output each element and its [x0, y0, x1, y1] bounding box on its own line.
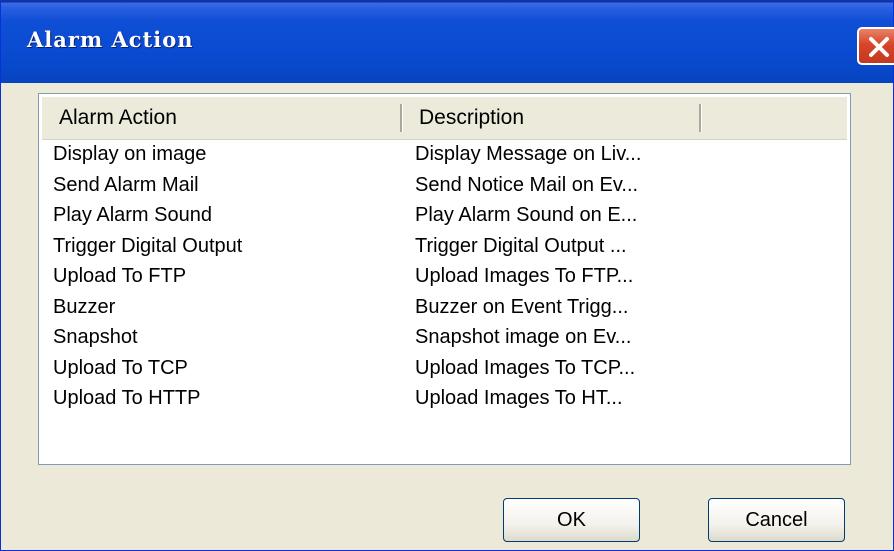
title-bar[interactable]: Alarm Action [1, 1, 894, 83]
ok-button[interactable]: OK [503, 498, 640, 542]
list-row[interactable]: Upload To FTP Upload Images To FTP... [39, 262, 850, 293]
list-row[interactable]: Display on image Display Message on Liv..… [39, 140, 850, 171]
row-description: Display Message on Liv... [415, 143, 642, 165]
alarm-action-list[interactable]: Alarm Action Description Display on imag… [38, 93, 851, 465]
close-button[interactable] [857, 27, 894, 65]
column-header-description[interactable]: Description [419, 97, 524, 139]
dialog-content: Alarm Action Description Display on imag… [1, 83, 893, 550]
row-description: Upload Images To FTP... [415, 265, 634, 287]
row-description: Play Alarm Sound on E... [415, 204, 638, 226]
row-description: Upload Images To TCP... [415, 356, 636, 379]
row-action: Send Alarm Mail [53, 173, 199, 196]
row-action: Snapshot [53, 326, 138, 348]
column-header-alarm-action[interactable]: Alarm Action [59, 97, 177, 139]
row-description: Send Notice Mail on Ev... [415, 173, 639, 196]
row-action: Play Alarm Sound [53, 204, 212, 226]
column-divider[interactable] [400, 104, 403, 132]
list-row[interactable]: Trigger Digital Output Trigger Digital Ou… [39, 232, 850, 263]
list-header: Alarm Action Description [42, 97, 847, 140]
list-row[interactable]: Upload To HTTP Upload Images To HT... [39, 384, 850, 415]
row-description: Upload Images To HT... [415, 387, 623, 409]
list-rows: Display on image Display Message on Liv..… [39, 140, 850, 415]
row-action: Upload To TCP [53, 356, 188, 379]
window-title: Alarm Action [27, 27, 194, 52]
list-row[interactable]: Buzzer Buzzer on Event Trigg... [39, 293, 850, 324]
list-row[interactable]: Snapshot Snapshot image on Ev... [39, 323, 850, 354]
row-action: Buzzer [53, 295, 116, 318]
cancel-button[interactable]: Cancel [708, 498, 845, 542]
row-action: Upload To HTTP [53, 387, 201, 409]
row-description: Trigger Digital Output ... [415, 234, 627, 257]
row-action: Upload To FTP [53, 265, 187, 287]
row-action: Trigger Digital Output [53, 234, 243, 257]
row-action: Display on image [53, 143, 207, 165]
column-divider[interactable] [699, 104, 702, 132]
row-description: Snapshot image on Ev... [415, 326, 632, 348]
list-row[interactable]: Play Alarm Sound Play Alarm Sound on E... [39, 201, 850, 232]
close-icon [869, 37, 889, 57]
list-row[interactable]: Send Alarm Mail Send Notice Mail on Ev... [39, 171, 850, 202]
alarm-action-dialog: Alarm Action Alarm Action Description Di… [0, 0, 894, 551]
row-description: Buzzer on Event Trigg... [415, 295, 629, 318]
list-row[interactable]: Upload To TCP Upload Images To TCP... [39, 354, 850, 385]
